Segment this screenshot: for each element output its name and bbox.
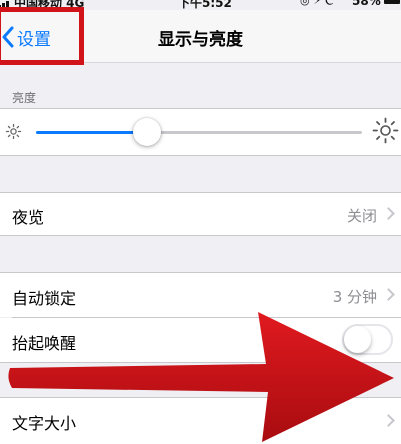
separator <box>0 235 401 236</box>
status-icons: ◎ ⚡ ⏾ <box>300 0 334 7</box>
brightness-slider-thumb[interactable] <box>132 118 161 146</box>
brightness-section-header: 亮度 <box>12 91 37 105</box>
night-shift-label: 夜览 <box>12 208 45 227</box>
sun-small-icon <box>5 123 22 140</box>
chevron-right-icon <box>382 207 395 220</box>
battery-icon <box>384 0 400 4</box>
sun-large-icon <box>372 117 399 144</box>
chevron-right-icon <box>382 288 395 301</box>
battery-percent: 58% <box>352 0 381 8</box>
night-shift-value: 关闭 <box>346 207 377 225</box>
brightness-slider-fill <box>36 131 147 134</box>
night-shift-row[interactable]: 夜览 关闭 <box>0 193 401 235</box>
red-arrow-annotation <box>8 312 395 442</box>
separator <box>0 155 401 156</box>
back-button-highlight <box>0 7 84 65</box>
